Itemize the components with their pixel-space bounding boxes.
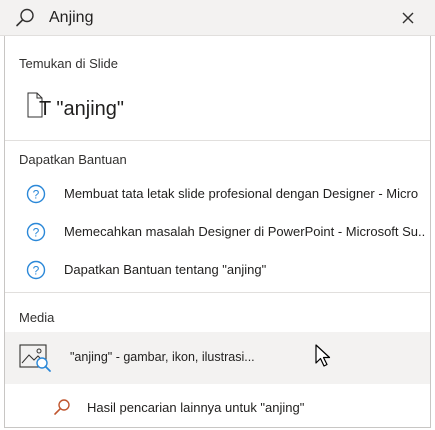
help-item-label: Memecahkan masalah Designer di PowerPoin… — [64, 224, 426, 239]
help-item-label: Dapatkan Bantuan tentang "anjing" — [64, 262, 267, 277]
close-icon[interactable] — [401, 11, 415, 25]
help-item-label: Membuat tata letak slide profesional den… — [64, 186, 419, 201]
help-circle-icon: ? — [26, 222, 46, 242]
help-item[interactable]: ? Membuat tata letak slide profesional d… — [5, 178, 430, 210]
search-icon — [16, 8, 34, 27]
search-bar[interactable]: Anjing — [0, 0, 435, 36]
search-input[interactable]: Anjing — [49, 9, 93, 27]
svg-text:?: ? — [33, 226, 40, 240]
section-title-find: Temukan di Slide — [19, 56, 118, 71]
more-results-link[interactable]: Hasil pencarian lainnya untuk "anjing" — [5, 391, 430, 421]
find-in-slide-result[interactable]: T "anjing" — [19, 88, 415, 130]
divider — [5, 292, 430, 293]
help-item[interactable]: ? Dapatkan Bantuan tentang "anjing" — [5, 254, 430, 286]
image-search-icon — [19, 344, 51, 372]
svg-text:?: ? — [33, 188, 40, 202]
search-icon — [54, 399, 70, 415]
svg-text:?: ? — [33, 264, 40, 278]
section-title-help: Dapatkan Bantuan — [19, 152, 127, 167]
section-title-media: Media — [19, 310, 55, 325]
mouse-cursor-icon — [315, 344, 331, 367]
find-result-text: T "anjing" — [39, 98, 124, 120]
search-results-panel: Temukan di Slide T "anjing" Dapatkan Ban… — [4, 36, 431, 428]
help-circle-icon: ? — [26, 184, 46, 204]
divider — [5, 140, 430, 141]
help-circle-icon: ? — [26, 260, 46, 280]
media-result[interactable]: "anjing" - gambar, ikon, ilustrasi... — [5, 332, 430, 384]
help-item[interactable]: ? Memecahkan masalah Designer di PowerPo… — [5, 216, 430, 248]
media-result-label: "anjing" - gambar, ikon, ilustrasi... — [70, 350, 255, 364]
more-results-label: Hasil pencarian lainnya untuk "anjing" — [87, 400, 305, 415]
